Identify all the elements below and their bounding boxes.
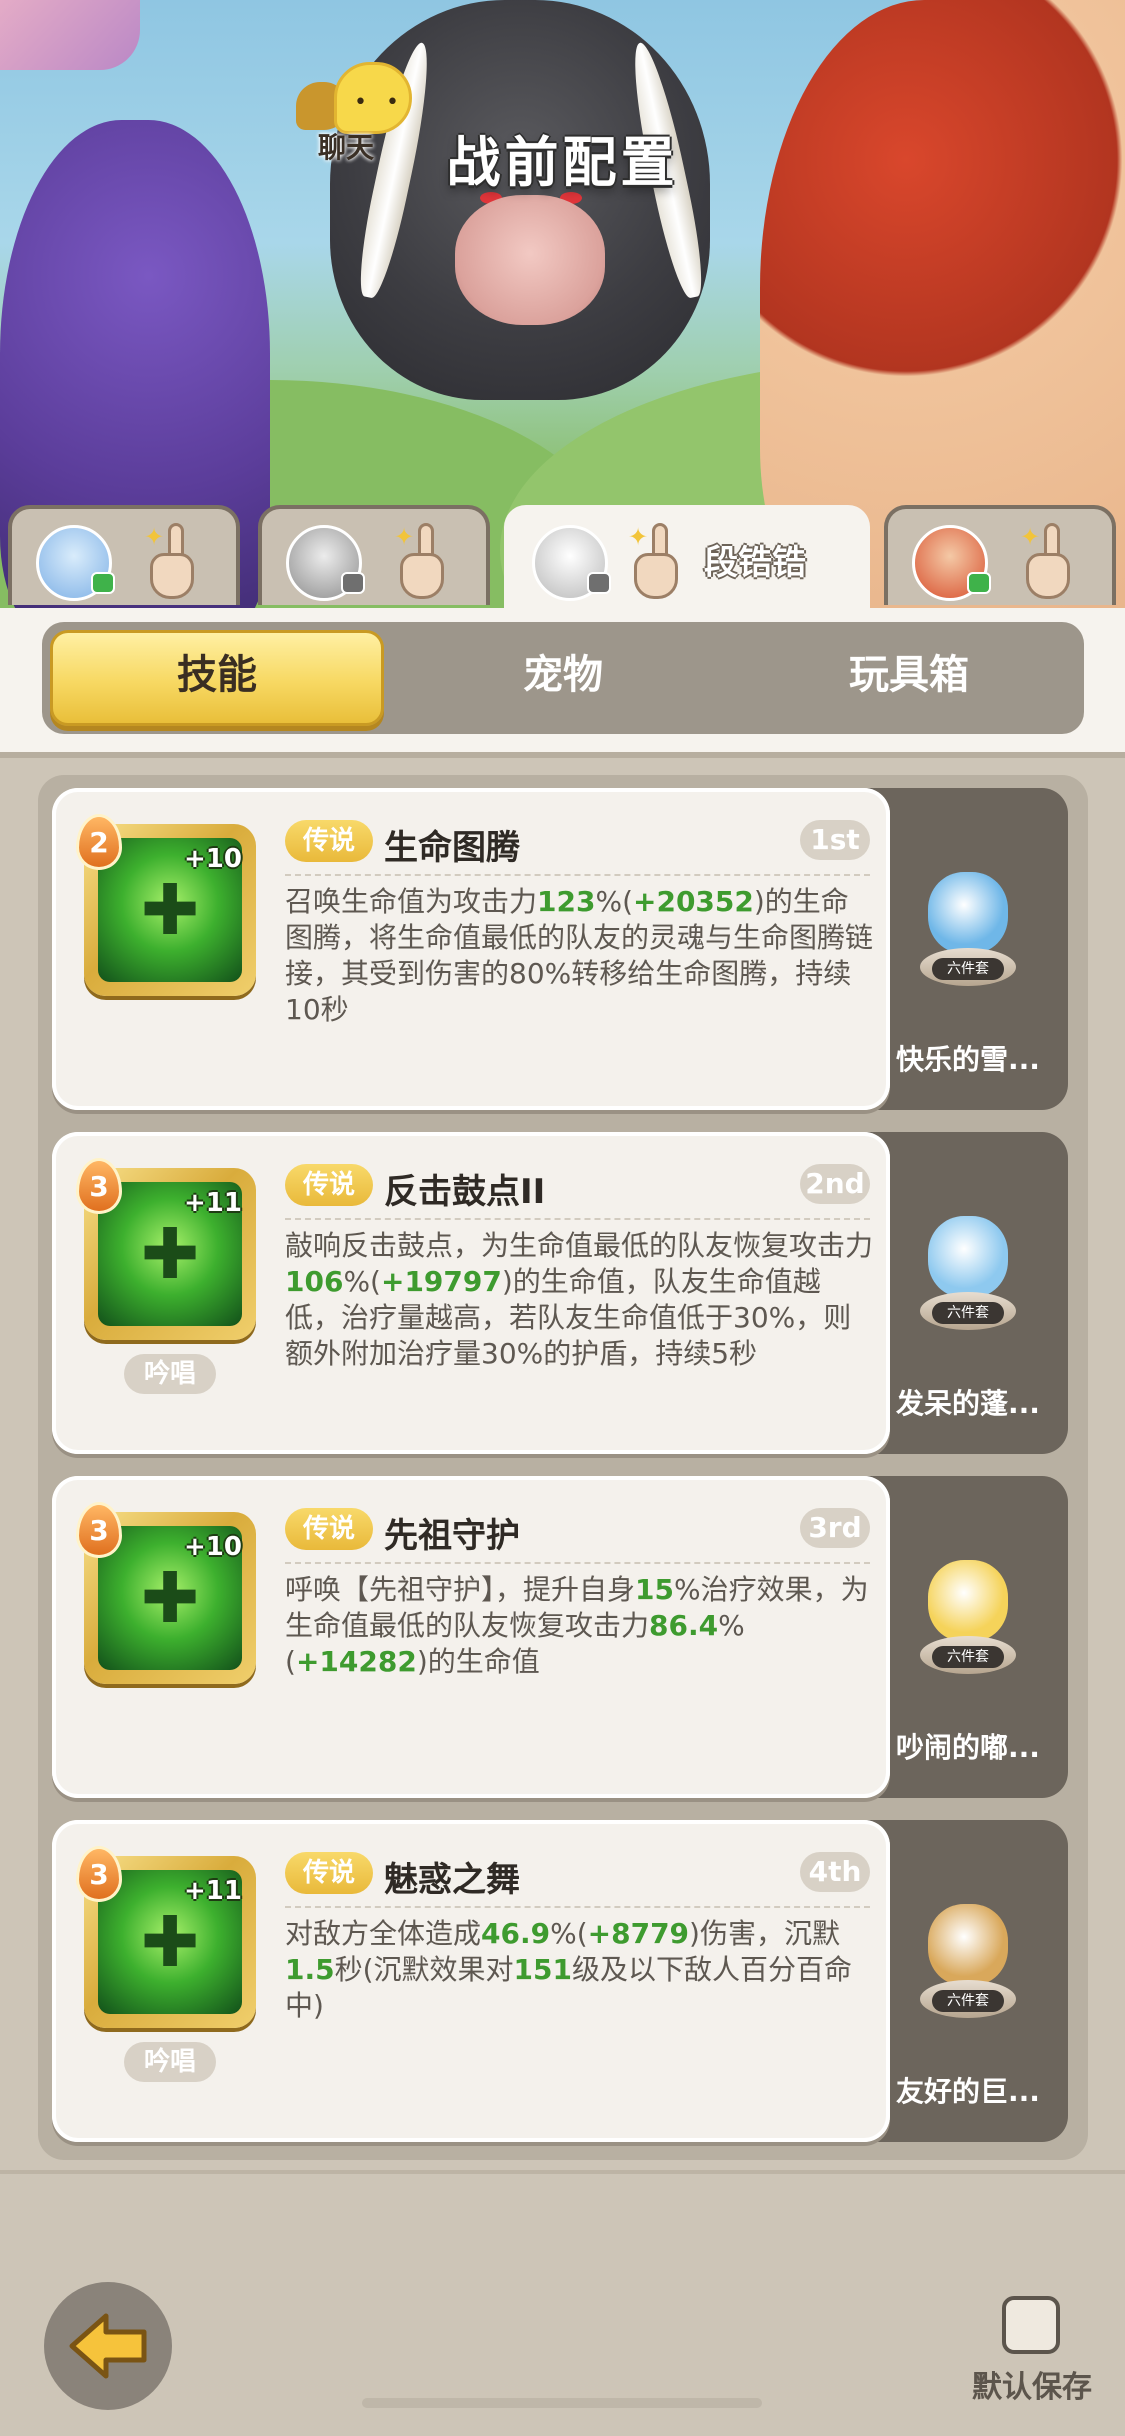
description-text: 敲响反击鼓点，为生命值最低的队友恢复攻击力 — [285, 1229, 874, 1262]
highlight-value: +14282 — [295, 1645, 417, 1678]
chat-badge-icon — [91, 572, 115, 594]
highlight-value: 151 — [513, 1953, 572, 1986]
skill-description: 敲响反击鼓点，为生命值最低的队友恢复攻击力106%(+19797)的生命值，队友… — [285, 1228, 875, 1372]
pet-set-label: 六件套 — [932, 1990, 1004, 2012]
description-text: 呼唤【先祖守护】，提升自身 — [285, 1573, 636, 1606]
pet-icon — [928, 1560, 1008, 1642]
default-save-checkbox[interactable] — [1002, 2296, 1060, 2354]
pet-figure[interactable]: 六件套 — [920, 1206, 1016, 1336]
skill-rank: 1st — [800, 820, 870, 860]
tab-toybox[interactable]: 玩具箱 — [742, 645, 1076, 705]
description-text: 召唤生命值为攻击力 — [285, 885, 538, 918]
bottom-bar — [0, 2170, 1125, 2436]
skill-rank: 2nd — [800, 1164, 870, 1204]
avatar — [912, 525, 991, 601]
description-text: )的生命值 — [416, 1645, 540, 1678]
pet-figure[interactable]: 六件套 — [920, 1894, 1016, 2024]
home-indicator — [362, 2398, 762, 2408]
pet-name: 快乐的雪... — [896, 1043, 1040, 1076]
tap-hand-icon: ✦ — [626, 523, 686, 603]
pet-figure[interactable]: 六件套 — [920, 1550, 1016, 1680]
pet-set-label: 六件套 — [932, 1302, 1004, 1324]
player-tab-3[interactable]: ✦ 段锆锆 — [504, 505, 870, 615]
player-tab-4[interactable]: ✦ — [884, 505, 1116, 605]
pet-icon — [928, 1904, 1008, 1986]
highlight-value: +8779 — [587, 1917, 690, 1950]
tap-hand-icon: ✦ — [392, 523, 452, 603]
skill-rank: 3rd — [800, 1508, 870, 1548]
chant-badge: 吟唱 — [124, 1354, 216, 1394]
pet-set-label: 六件套 — [932, 958, 1004, 980]
pet-icon — [928, 1216, 1008, 1298]
dashed-divider — [285, 1906, 870, 1908]
description-text: %( — [595, 885, 633, 918]
dashed-divider — [285, 1562, 870, 1564]
default-save-label: 默认保存 — [972, 2370, 1092, 2405]
pet-icon — [928, 872, 1008, 954]
tab-skills[interactable]: 技能 — [50, 645, 384, 705]
skill-name: 生命图腾 — [384, 828, 520, 868]
highlight-value: 123 — [537, 885, 596, 918]
description-text: %( — [550, 1917, 588, 1950]
back-button[interactable] — [44, 2282, 172, 2410]
avatar — [286, 525, 365, 601]
pet-name: 发呆的蓬... — [896, 1387, 1040, 1420]
chant-badge: 吟唱 — [124, 2042, 216, 2082]
boar-snout — [455, 195, 605, 325]
skill-description: 呼唤【先祖守护】，提升自身15%治疗效果，为生命值最低的队友恢复攻击力86.4%… — [285, 1572, 875, 1680]
chat-badge-icon — [587, 572, 611, 594]
description-text: )伤害，沉默 — [689, 1917, 840, 1950]
divider — [0, 752, 1125, 758]
skill-plus-level: +11 — [184, 1188, 242, 1218]
avatar — [36, 525, 115, 601]
rarity-tag: 传说 — [285, 1164, 373, 1206]
page-title: 战前配置 — [446, 131, 679, 194]
chat-badge-icon — [967, 572, 991, 594]
skill-description: 对敌方全体造成46.9%(+8779)伤害，沉默1.5秒(沉默效果对151级及以… — [285, 1916, 875, 2024]
pet-set-label: 六件套 — [932, 1646, 1004, 1668]
highlight-value: 46.9 — [481, 1917, 551, 1950]
skill-name: 魅惑之舞 — [384, 1860, 520, 1900]
rarity-tag: 传说 — [285, 1508, 373, 1550]
rarity-tag: 传说 — [285, 1852, 373, 1894]
player-tab-1[interactable]: ✦ — [8, 505, 240, 605]
highlight-value: +19797 — [380, 1265, 502, 1298]
decoration-flag — [0, 0, 140, 70]
highlight-value: 86.4 — [649, 1609, 719, 1642]
dashed-divider — [285, 874, 870, 876]
tap-hand-icon: ✦ — [1018, 523, 1078, 603]
skill-rank: 4th — [800, 1852, 870, 1892]
tab-pets[interactable]: 宠物 — [396, 645, 730, 705]
description-text: 对敌方全体造成 — [285, 1917, 482, 1950]
pet-figure[interactable]: 六件套 — [920, 862, 1016, 992]
rarity-tag: 传说 — [285, 820, 373, 862]
highlight-value: 106 — [285, 1265, 344, 1298]
description-text: %( — [343, 1265, 381, 1298]
avatar — [532, 525, 611, 601]
skill-plus-level: +11 — [184, 1876, 242, 1906]
back-arrow-icon — [69, 2313, 147, 2379]
player-tab-2[interactable]: ✦ — [258, 505, 490, 605]
highlight-value: 1.5 — [285, 1953, 335, 1986]
skill-plus-level: +10 — [184, 844, 242, 874]
skill-name: 先祖守护 — [384, 1516, 520, 1556]
chat-badge-icon — [341, 572, 365, 594]
player-name: 段锆锆 — [704, 543, 806, 583]
skill-name: 反击鼓点II — [384, 1172, 546, 1212]
description-text: 秒(沉默效果对 — [334, 1953, 514, 1986]
pet-name: 友好的巨... — [896, 2075, 1040, 2108]
skill-plus-level: +10 — [184, 1532, 242, 1562]
highlight-value: +20352 — [633, 885, 754, 918]
tap-hand-icon: ✦ — [142, 523, 202, 603]
dashed-divider — [285, 1218, 870, 1220]
pet-name: 吵闹的嘟... — [896, 1731, 1040, 1764]
highlight-value: 15 — [635, 1573, 674, 1606]
skill-description: 召唤生命值为攻击力123%(+20352)的生命图腾，将生命值最低的队友的灵魂与… — [285, 884, 875, 1028]
